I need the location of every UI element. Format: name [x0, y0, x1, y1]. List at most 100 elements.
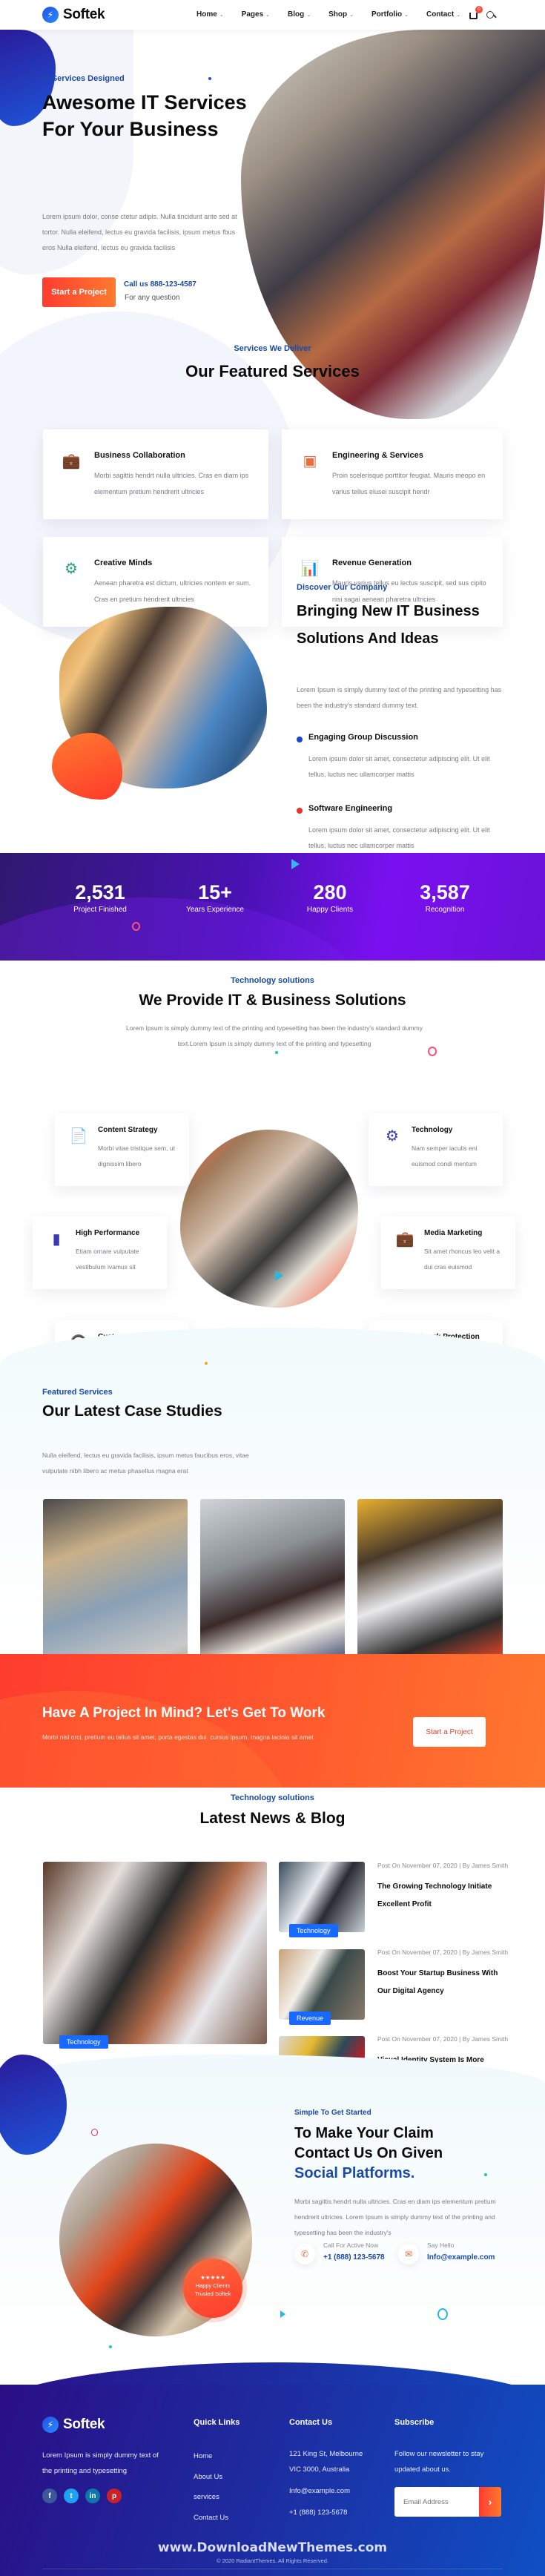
services-eyebrow: Services We Deliver	[234, 344, 311, 353]
chevron-down-icon: ⌄	[306, 13, 311, 18]
solution-text: Nam semper iaculis eni euismod condi men…	[412, 1144, 478, 1167]
nav-label: Pages	[241, 10, 264, 19]
nav-blog[interactable]: Blog ⌄	[288, 10, 311, 19]
footer-link-about[interactable]: About Us	[194, 2467, 228, 2488]
decor-ring	[428, 1047, 437, 1056]
blog-side-image[interactable]	[279, 1949, 365, 2020]
chevron-down-icon: ⌄	[456, 13, 461, 18]
solution-card[interactable]: 💼 Media Marketing Sit amet rhoncus leo v…	[381, 1216, 515, 1289]
logo[interactable]: ⚡ Softek	[42, 7, 105, 23]
blog-tag[interactable]: Revenue	[289, 2012, 331, 2025]
mind-gear-icon: ⚙	[65, 560, 78, 577]
blog-side-title[interactable]: The Growing Technology Initiate Excellen…	[377, 1878, 503, 1914]
contact-title: To Make Your Claim Contact Us On Given S…	[294, 2124, 443, 2184]
service-card[interactable]: 💼 Business Collaboration Morbi sagittis …	[43, 429, 268, 519]
nav-home[interactable]: Home ⌄	[196, 10, 224, 19]
blog-main-image[interactable]	[43, 1862, 267, 2044]
linkedin-icon[interactable]: in	[85, 2488, 100, 2503]
logo-bolt-icon: ⚡	[42, 2417, 59, 2433]
hero-call-link[interactable]: Call us 888-123-4587	[124, 280, 196, 289]
cases-text: Nulla eleifend, lectus eu gravida facili…	[42, 1452, 249, 1475]
solutions-title: We Provide IT & Business Solutions	[139, 992, 406, 1009]
badge-line: Trusted Softek	[194, 2290, 231, 2297]
service-title: Engineering & Services	[332, 451, 423, 460]
briefcase-icon: 💼	[62, 452, 81, 470]
solutions-eyebrow: Technology solutions	[231, 976, 314, 985]
email-link[interactable]: Info@example.com	[427, 2253, 495, 2262]
hero-title-line: Awesome IT Services	[42, 91, 247, 113]
solution-card[interactable]: ⚙ Technology Nam semper iaculis eni euis…	[369, 1113, 503, 1186]
blog-tag[interactable]: Technology	[289, 1924, 338, 1937]
footer-logo-text: Softek	[63, 2417, 105, 2432]
decor-ring	[91, 2129, 98, 2136]
solutions-text: Lorem Ipsum is simply dummy text of the …	[126, 1024, 423, 1047]
solutions-image	[180, 1130, 358, 1308]
twitter-icon[interactable]: t	[64, 2488, 79, 2503]
service-title: Business Collaboration	[94, 451, 185, 460]
nav-contact[interactable]: Contact ⌄	[426, 10, 460, 19]
blog-eyebrow: Technology solutions	[231, 1793, 314, 1802]
nav-portfolio[interactable]: Portfolio ⌄	[371, 10, 409, 19]
cases-title: Our Latest Case Studies	[42, 1403, 222, 1420]
stat-value: 2,531	[75, 881, 125, 903]
email-label: Say Hello	[427, 2241, 455, 2249]
stat-item: 3,587 Recognition	[400, 881, 489, 914]
facebook-icon[interactable]: f	[42, 2488, 57, 2503]
cart-button[interactable]: 0	[469, 6, 483, 22]
discover-orange-blob	[52, 733, 122, 800]
footer-logo[interactable]: ⚡ Softek	[42, 2417, 105, 2433]
stat-item: 280 Happy Clients	[285, 881, 374, 914]
footer-phone[interactable]: +1 (888) 123-5678	[289, 2505, 363, 2520]
nav-pages[interactable]: Pages ⌄	[242, 10, 270, 19]
solution-card[interactable]: 📄 Content Strategy Morbi vitae tristique…	[55, 1113, 189, 1186]
hero-title: Awesome IT Services For Your Business	[42, 89, 247, 142]
service-card[interactable]: ▣ Engineering & Services Proin scelerisq…	[282, 429, 503, 519]
decor-dot	[109, 2345, 112, 2348]
subscribe-submit-button[interactable]: ›	[479, 2487, 501, 2517]
contact-text: Morbi sagittis hendrt nulla ultricies. C…	[294, 2198, 496, 2236]
discover-title: Bringing New IT Business Solutions And I…	[297, 598, 480, 653]
start-project-button[interactable]: Start a Project	[42, 277, 116, 307]
discover-title-line: Solutions And Ideas	[297, 630, 439, 647]
chevron-down-icon: ⌄	[219, 13, 224, 18]
footer-link-services[interactable]: services	[194, 2487, 228, 2508]
bar-chart-icon: ▮	[52, 1231, 61, 1248]
footer-link-home[interactable]: Home	[194, 2446, 228, 2467]
stat-label: Happy Clients	[306, 906, 354, 914]
solution-title: Media Marketing	[424, 1229, 483, 1237]
footer-email[interactable]: Info@example.com	[289, 2483, 363, 2499]
phone-icon: ✆	[294, 2244, 315, 2264]
decor-dot	[275, 1051, 278, 1054]
point-text: Lorem ipsum dolor sit amet, consectetur …	[308, 755, 490, 778]
solution-card[interactable]: ▮ High Performance Etiam ornare vulputat…	[33, 1216, 167, 1289]
search-button[interactable]	[486, 9, 497, 22]
footer-address: 121 King St, Melbourne VIC 3000, Austral…	[289, 2446, 363, 2520]
services-title: Our Featured Services	[185, 362, 360, 381]
footer-link-contact[interactable]: Contact Us	[194, 2508, 228, 2529]
point-text: Lorem ipsum dolor sit amet, consectetur …	[308, 826, 490, 849]
rating-stars-icon: ★★★★★	[200, 2274, 225, 2281]
nav-label: Portfolio	[371, 10, 403, 19]
blog-side-image[interactable]	[279, 1862, 365, 1932]
happy-clients-badge: ★★★★★ Happy Clients Trusted Softek	[183, 2259, 242, 2318]
solution-text: Sit amet rhoncus leo velit a dui cras eu…	[424, 1248, 501, 1271]
subscribe-title: Subscribe	[394, 2418, 435, 2427]
discover-text: Lorem Ipsum is simply dummy text of the …	[297, 686, 502, 709]
pinterest-icon[interactable]: p	[107, 2488, 122, 2503]
service-title: Creative Minds	[94, 559, 153, 567]
cases-eyebrow: Featured Services	[42, 1388, 113, 1397]
blog-side-title[interactable]: Boost Your Startup Business With Our Dig…	[377, 1965, 507, 2000]
blog-meta: Post On November 07, 2020 | By James Smi…	[377, 1949, 509, 1956]
phone-link[interactable]: +1 (888) 123-5678	[323, 2253, 385, 2262]
point-title: Software Engineering	[308, 804, 393, 813]
newsletter-email-input[interactable]	[394, 2487, 479, 2517]
growth-chart-icon: 📊	[300, 560, 320, 577]
contact-us-title: Contact Us	[289, 2418, 333, 2427]
blog-tag[interactable]: Technology	[59, 2035, 108, 2049]
stat-label: Project Finished	[73, 906, 127, 914]
cta-start-project-button[interactable]: Start a Project	[413, 1717, 486, 1747]
service-text: Proin scelerisque porttitor feugiat. Mau…	[332, 472, 486, 495]
cta-band: Have A Project In Mind? Let's Get To Wor…	[0, 1654, 545, 1788]
footer-about: Lorem Ipsum is simply dummy text of the …	[42, 2451, 159, 2475]
nav-shop[interactable]: Shop ⌄	[328, 10, 354, 19]
